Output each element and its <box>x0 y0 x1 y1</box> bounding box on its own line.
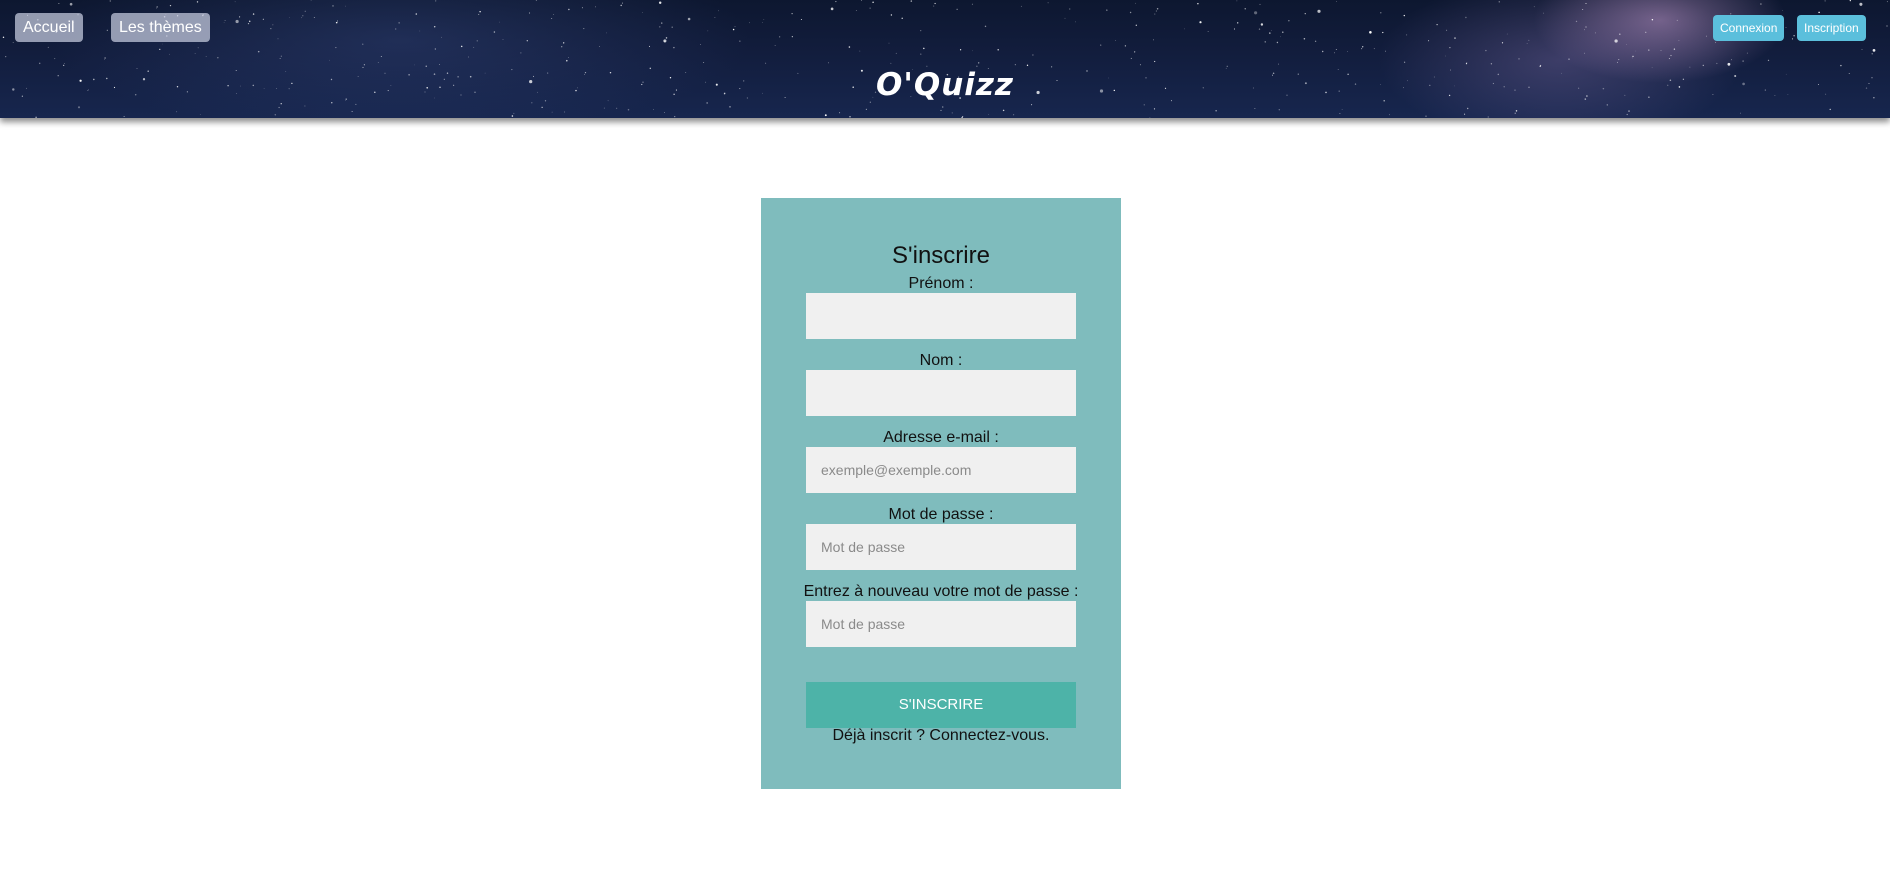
nav-themes-button[interactable]: Les thèmes <box>111 13 210 42</box>
login-link[interactable]: Déjà inscrit ? Connectez-vous. <box>761 726 1121 746</box>
email-input[interactable] <box>806 447 1076 493</box>
nav-home-button[interactable]: Accueil <box>15 13 83 42</box>
firstname-label: Prénom : <box>908 275 974 292</box>
password-input[interactable] <box>806 524 1076 570</box>
site-logo[interactable]: O'Quizz <box>0 67 1890 103</box>
login-button[interactable]: Connexion <box>1713 15 1785 41</box>
site-header: Accueil Les thèmes Connexion Inscription… <box>0 0 1890 118</box>
password-confirm-label: Entrez à nouveau votre mot de passe : <box>803 583 1079 600</box>
register-button[interactable]: Inscription <box>1797 15 1866 41</box>
email-label: Adresse e-mail : <box>883 429 999 446</box>
password-confirm-input[interactable] <box>806 601 1076 647</box>
lastname-input[interactable] <box>806 370 1076 416</box>
password-label: Mot de passe : <box>888 506 994 523</box>
signup-submit-button[interactable]: S'inscrire <box>806 682 1076 728</box>
lastname-label: Nom : <box>919 352 963 369</box>
signup-title: S'inscrire <box>892 242 990 269</box>
firstname-input[interactable] <box>806 293 1076 339</box>
